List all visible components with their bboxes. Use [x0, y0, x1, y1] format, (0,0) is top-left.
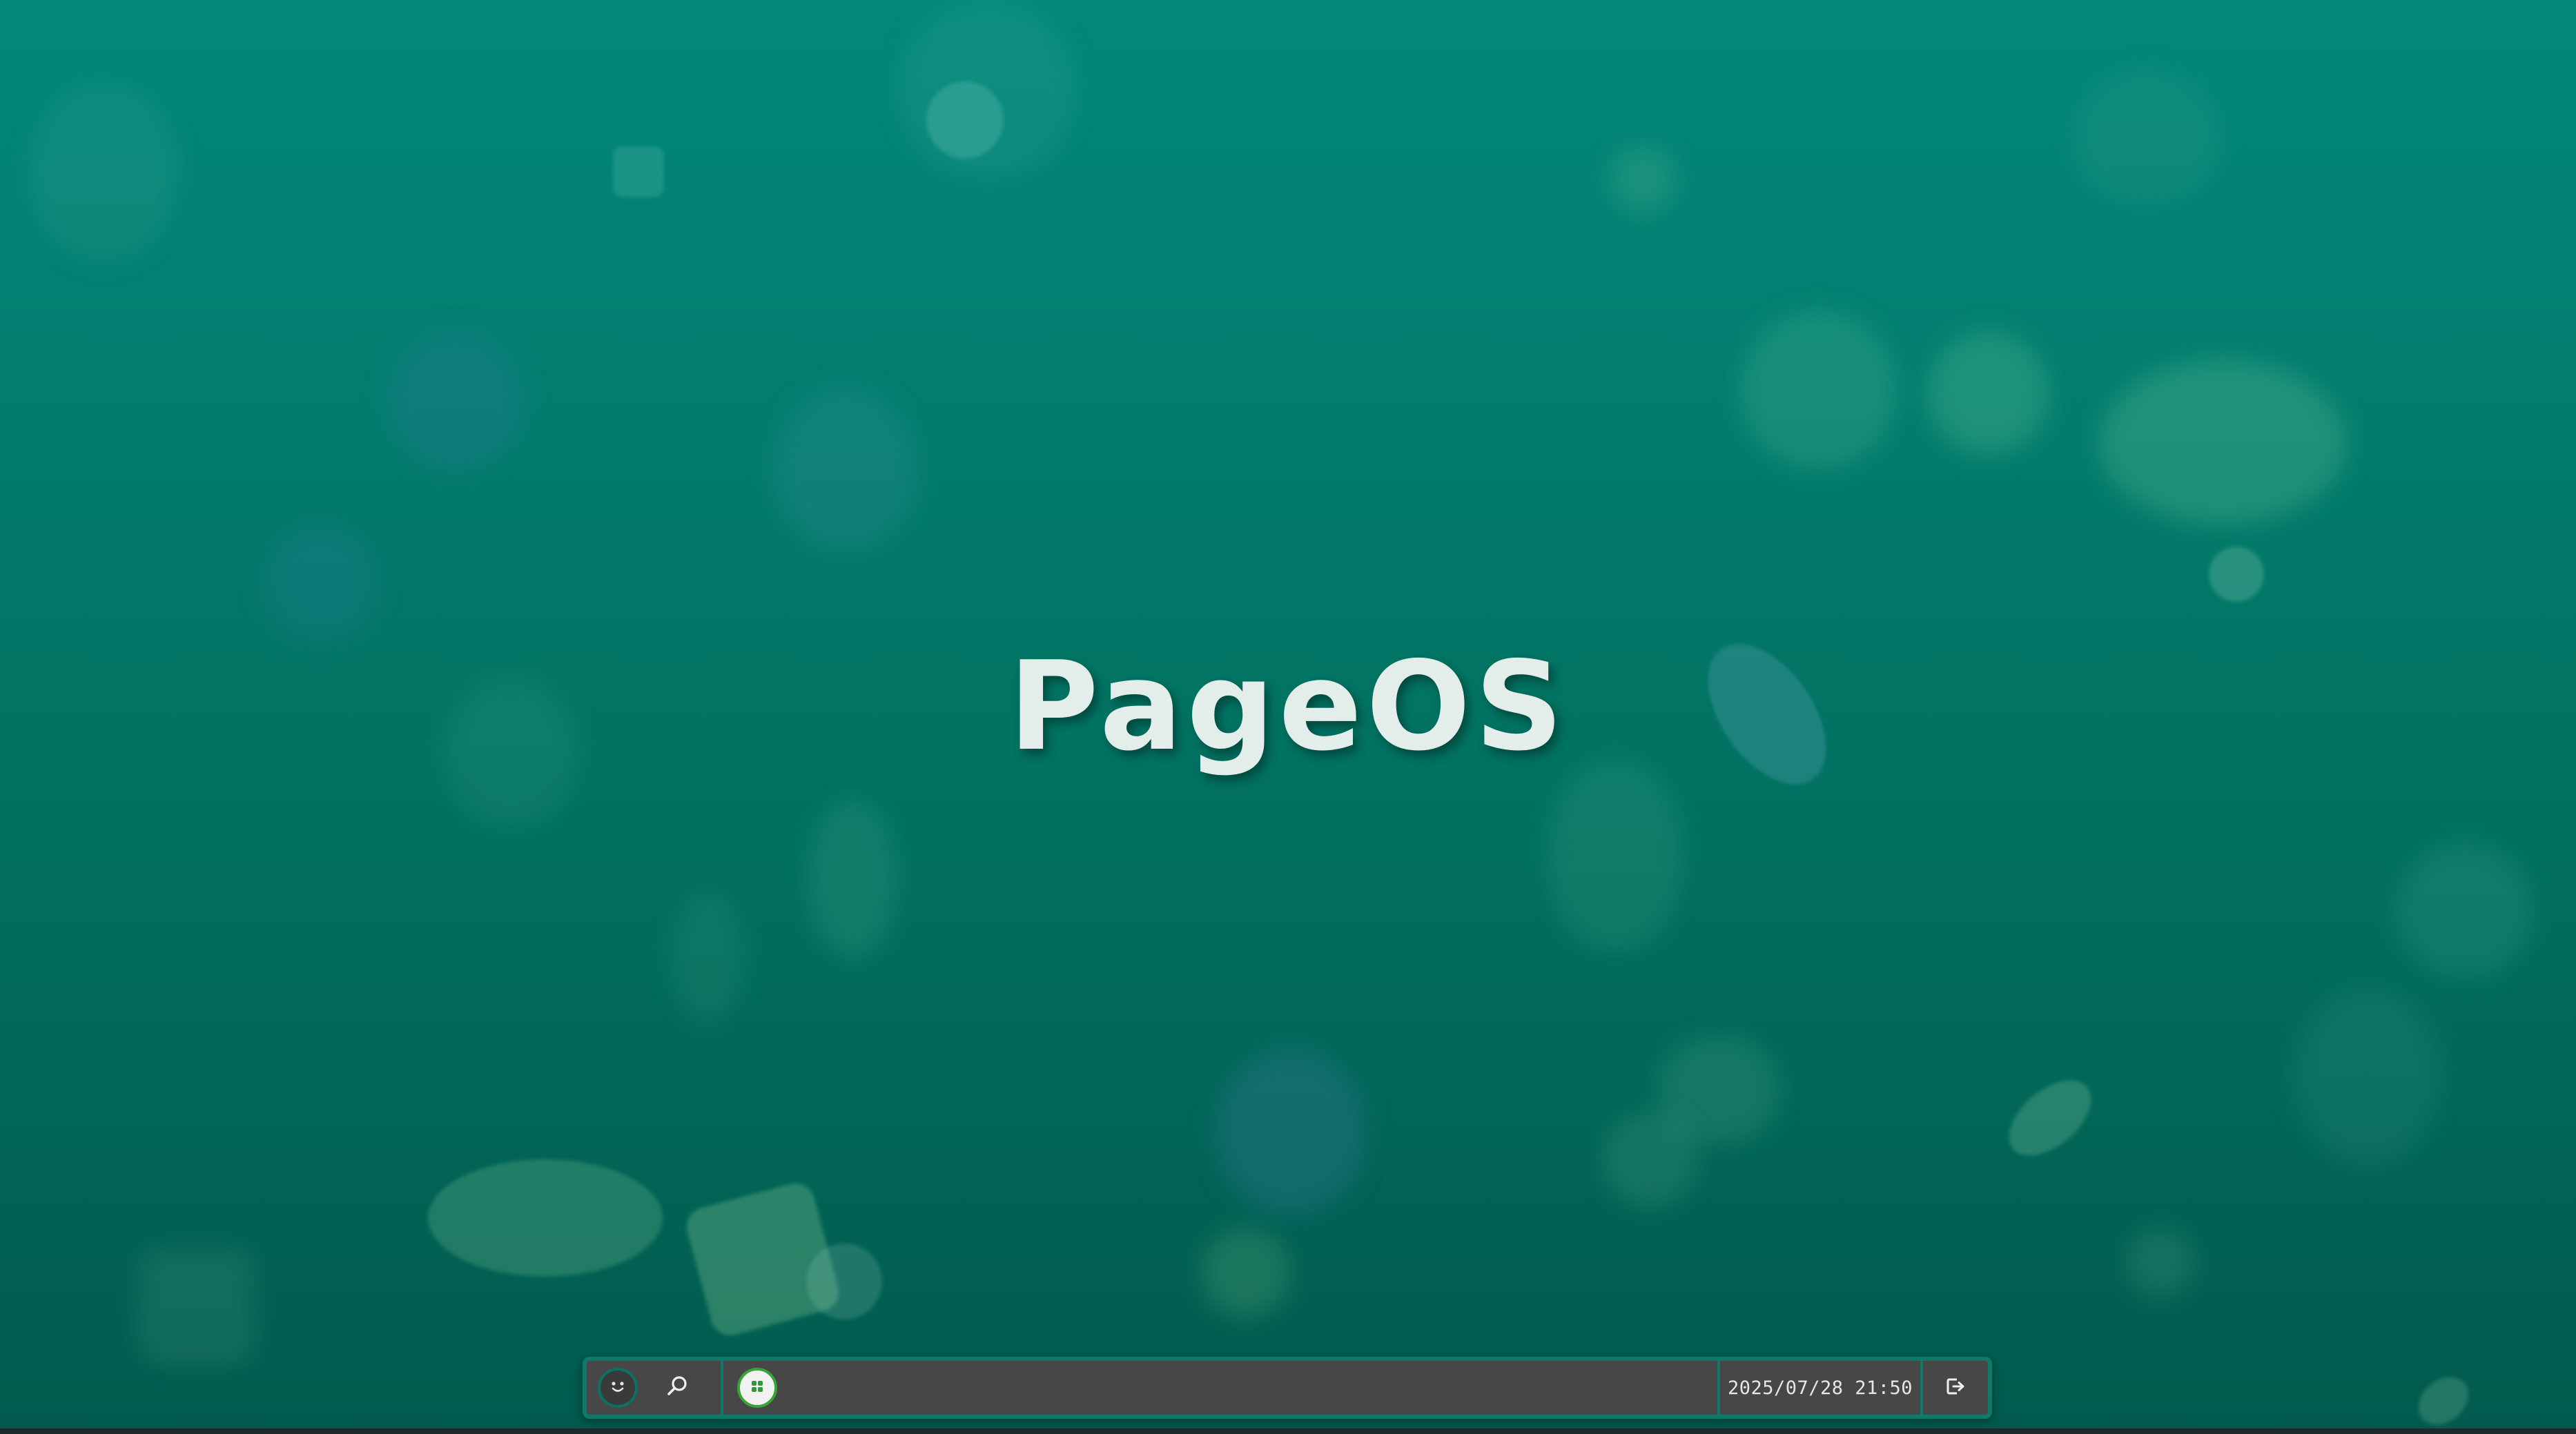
logout-button[interactable]	[1935, 1368, 1975, 1408]
bokeh-decoration	[670, 890, 745, 1021]
bokeh-decoration	[2098, 359, 2347, 524]
search-icon	[665, 1374, 690, 1402]
bokeh-decoration	[1215, 1049, 1367, 1215]
bokeh-decoration	[387, 331, 525, 469]
bokeh-decoration	[28, 83, 179, 262]
bokeh-decoration	[773, 386, 918, 552]
search-button[interactable]	[657, 1368, 697, 1408]
bokeh-decoration	[613, 146, 664, 197]
bokeh-decoration	[428, 1159, 663, 1277]
clock-datetime: 2025/07/28 21:50	[1727, 1377, 1913, 1399]
bokeh-decoration	[2209, 547, 2264, 602]
bokeh-decoration	[1546, 759, 1684, 952]
logout-icon	[1943, 1374, 1968, 1402]
bokeh-decoration	[2409, 1367, 2478, 1434]
taskbar: 2025/07/28 21:50	[583, 1357, 1992, 1419]
bokeh-decoration	[1739, 311, 1898, 469]
bokeh-decoration	[808, 801, 897, 959]
app-launcher-icon	[748, 1377, 766, 1398]
bokeh-decoration	[806, 1244, 882, 1319]
pinned-app-button[interactable]	[737, 1368, 777, 1408]
bokeh-decoration	[138, 1249, 255, 1366]
bokeh-decoration	[1608, 145, 1677, 214]
bokeh-decoration	[2126, 1228, 2195, 1297]
bokeh-decoration	[1995, 1065, 2105, 1170]
bokeh-decoration	[2292, 987, 2443, 1166]
taskbar-apps-section	[723, 1361, 1717, 1415]
bokeh-decoration	[1201, 1228, 1291, 1318]
smiley-face-icon	[606, 1375, 630, 1401]
bokeh-decoration	[926, 81, 1004, 159]
taskbar-system-section	[587, 1361, 723, 1415]
start-menu-button[interactable]	[598, 1368, 638, 1408]
taskbar-clock-section[interactable]: 2025/07/28 21:50	[1717, 1361, 1920, 1415]
bokeh-decoration	[262, 524, 380, 642]
taskbar-power-section	[1920, 1361, 1988, 1415]
bokeh-decoration	[1601, 1111, 1698, 1208]
bokeh-decoration	[2071, 69, 2223, 207]
bokeh-decoration	[2395, 842, 2533, 980]
screen-bottom-edge	[0, 1428, 2576, 1434]
desktop-background: PageOS 2025/07/28 21:50	[0, 0, 2576, 1434]
bokeh-decoration	[1926, 331, 2050, 455]
os-brand-title: PageOS	[1008, 635, 1568, 778]
